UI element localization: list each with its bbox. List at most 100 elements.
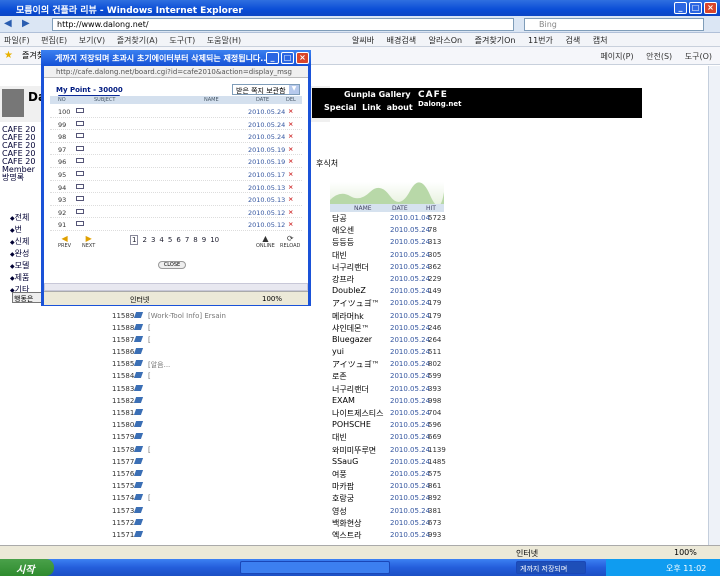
row-subject[interactable]: [ xyxy=(148,336,151,344)
table-row[interactable]: 11583 너구리랜더 2010.05.24 393 xyxy=(112,383,444,395)
delete-icon[interactable]: × xyxy=(288,157,293,165)
list-item[interactable]: 98 2010.05.24 × xyxy=(50,130,302,143)
page-scrollbar[interactable] xyxy=(708,66,720,546)
list-item[interactable]: 93 2010.05.13 × xyxy=(50,193,302,206)
page-link[interactable]: 7 xyxy=(185,236,189,244)
address-input[interactable]: http://www.dalong.net/ xyxy=(52,18,514,31)
list-item[interactable]: 99 2010.05.24 × xyxy=(50,118,302,131)
page-link[interactable]: 4 xyxy=(159,236,163,244)
row-author[interactable]: 와미미뚜루면 xyxy=(332,445,376,456)
table-row[interactable]: 11589 [Work-Tool Info] Ersain 메라머hk 2010.05… xyxy=(112,310,444,322)
row-author[interactable]: 등등등 xyxy=(332,237,354,248)
row-author[interactable]: yui xyxy=(332,347,344,356)
row-author[interactable]: 너구리랜더 xyxy=(332,384,369,395)
toolbar-link[interactable]: 11번가 xyxy=(528,36,553,45)
menu-tools[interactable]: 도구(T) xyxy=(169,36,195,45)
row-author[interactable]: 엑스트라 xyxy=(332,530,361,541)
cafe-logo[interactable]: CAFE Dalong.net xyxy=(418,90,461,108)
toolbar-link[interactable]: 검색 xyxy=(565,36,580,45)
row-author[interactable]: SSauG xyxy=(332,457,358,466)
table-row[interactable]: 11576 여풍 2010.05.24 575 xyxy=(112,468,444,480)
row-author[interactable]: Bluegazer xyxy=(332,335,372,344)
nav-link[interactable]: Link xyxy=(362,103,381,112)
delete-icon[interactable]: × xyxy=(288,183,293,191)
row-author[interactable]: 여풍 xyxy=(332,469,347,480)
envelope-icon[interactable] xyxy=(76,170,84,176)
table-row[interactable]: 11571 엑스트라 2010.05.24 993 xyxy=(112,529,444,541)
envelope-icon[interactable] xyxy=(76,120,84,126)
row-author[interactable]: EXAM xyxy=(332,396,355,405)
table-row[interactable]: 11575 마카팜 2010.05.24 861 xyxy=(112,480,444,492)
zoom-level[interactable]: 100% xyxy=(674,548,697,557)
menu-edit[interactable]: 편집(E) xyxy=(41,36,67,45)
envelope-icon[interactable] xyxy=(76,221,84,227)
list-item[interactable]: 100 2010.05.24 × xyxy=(50,105,302,118)
toolbar-link[interactable]: 즐겨찾기On xyxy=(475,36,516,45)
list-item[interactable]: 94 2010.05.13 × xyxy=(50,181,302,194)
toolbar-link[interactable]: 캡처 xyxy=(593,36,608,45)
toolbar-link[interactable]: 배경검색 xyxy=(387,36,416,45)
row-author[interactable]: POHSCHE xyxy=(332,420,371,429)
row-subject[interactable]: [ xyxy=(148,324,151,332)
minimize-button[interactable]: _ xyxy=(674,2,687,14)
popup-maximize-button[interactable]: □ xyxy=(281,52,294,64)
delete-icon[interactable]: × xyxy=(288,208,293,216)
row-author[interactable]: 영성 xyxy=(332,506,347,517)
popup-zoom[interactable]: 100% xyxy=(262,295,282,303)
table-row[interactable]: 11579 대빈 2010.05.24 669 xyxy=(112,431,444,443)
list-item[interactable]: 96 2010.05.19 × xyxy=(50,155,302,168)
row-author[interactable]: 대빈 xyxy=(332,250,347,261)
gallery-title[interactable]: Gunpla Gallery xyxy=(344,90,411,99)
row-author[interactable]: 메라머hk xyxy=(332,311,364,322)
row-author[interactable]: アイツュヨ゙™ xyxy=(332,359,380,370)
table-row[interactable]: 11584 [로존 2010.05.24 599 xyxy=(112,370,444,382)
close-button[interactable]: × xyxy=(704,2,717,14)
category-item[interactable]: 모델 xyxy=(10,260,30,272)
envelope-icon[interactable] xyxy=(76,196,84,202)
page-link[interactable]: 1 xyxy=(130,235,139,245)
chevron-down-icon[interactable]: ▼ xyxy=(289,85,299,94)
row-author[interactable]: 나이트제스티스 xyxy=(332,408,384,419)
mailbox-select[interactable]: 받은 쪽지 보관함 ▼ xyxy=(232,84,300,95)
envelope-icon[interactable] xyxy=(76,108,84,113)
table-row[interactable]: 11574 [호랑궁 2010.05.24 892 xyxy=(112,492,444,504)
delete-icon[interactable]: × xyxy=(288,170,293,178)
start-button[interactable]: 시작 xyxy=(0,559,54,576)
table-row[interactable]: 11588 [샤인데몬™ 2010.05.24 246 xyxy=(112,322,444,334)
row-subject[interactable]: [ xyxy=(148,372,151,380)
popup-scrollbar[interactable] xyxy=(44,283,308,291)
row-author[interactable]: 샤인데몬™ xyxy=(332,323,369,334)
row-subject[interactable]: [ xyxy=(148,446,151,454)
popup-minimize-button[interactable]: _ xyxy=(266,52,279,64)
menu-help[interactable]: 도움말(H) xyxy=(207,36,241,45)
page-link[interactable]: 5 xyxy=(168,236,172,244)
category-item[interactable]: 전체 xyxy=(10,212,30,224)
table-row[interactable]: 11582 EXAM 2010.05.24 998 xyxy=(112,395,444,407)
list-item[interactable]: 91 2010.05.12 × xyxy=(50,218,302,231)
reload-button[interactable]: ⟳ RELOAD xyxy=(280,234,300,249)
nav-about[interactable]: about xyxy=(387,103,413,112)
table-row[interactable]: 11580 POHSCHE 2010.05.24 596 xyxy=(112,419,444,431)
delete-icon[interactable]: × xyxy=(288,195,293,203)
row-subject[interactable]: [알음... xyxy=(148,360,170,370)
row-author[interactable]: 마카팜 xyxy=(332,481,354,492)
envelope-icon[interactable] xyxy=(76,158,84,164)
next-button[interactable]: ▶ NEXT xyxy=(82,234,95,249)
maximize-button[interactable]: □ xyxy=(689,2,702,14)
row-author[interactable]: 호랑궁 xyxy=(332,493,354,504)
row-author[interactable]: 담공 xyxy=(332,213,347,224)
category-item[interactable]: 제품 xyxy=(10,272,30,284)
toolbar-link[interactable]: 알라스On xyxy=(429,36,462,45)
table-row[interactable]: 11585 [알음... アイツュヨ゙™ 2010.05.24 802 xyxy=(112,358,444,370)
category-item[interactable]: 신제 xyxy=(10,236,30,248)
search-input[interactable]: Bing xyxy=(524,18,704,31)
delete-icon[interactable]: × xyxy=(288,120,293,128)
table-row[interactable]: 11573 영성 2010.05.24 381 xyxy=(112,505,444,517)
row-author[interactable]: 너구리랜더 xyxy=(332,262,369,273)
list-item[interactable]: 방명록 xyxy=(2,174,35,182)
table-row[interactable]: 11581 나이트제스티스 2010.05.24 704 xyxy=(112,407,444,419)
row-subject[interactable]: [Work-Tool Info] Ersain xyxy=(148,312,226,320)
table-row[interactable]: 11587 [Bluegazer 2010.05.24 264 xyxy=(112,334,444,346)
nav-special[interactable]: Special xyxy=(324,103,357,112)
list-item[interactable]: 95 2010.05.17 × xyxy=(50,168,302,181)
